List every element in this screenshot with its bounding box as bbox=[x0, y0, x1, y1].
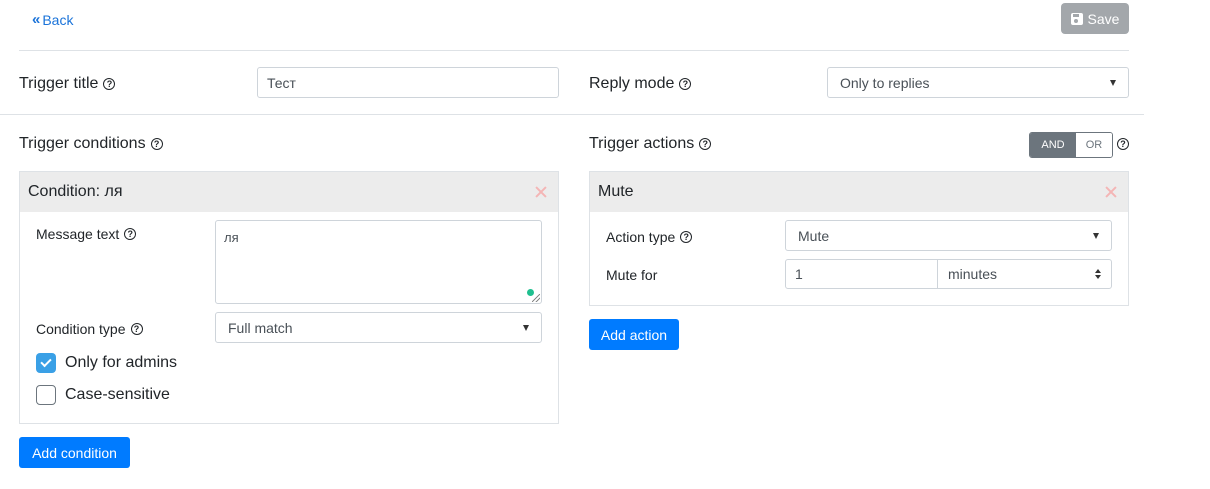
chevron-down-icon bbox=[1110, 79, 1116, 86]
reply-mode-select[interactable]: Only to replies bbox=[827, 67, 1129, 98]
help-icon[interactable]: ? bbox=[103, 78, 116, 90]
reply-mode-label: Reply mode ? bbox=[589, 74, 692, 94]
mute-for-input[interactable]: 1 bbox=[785, 259, 938, 289]
help-icon[interactable]: ? bbox=[679, 78, 692, 90]
condition-type-label: Condition type ? bbox=[36, 320, 143, 338]
up-down-arrows-icon bbox=[1095, 269, 1101, 279]
help-icon[interactable]: ? bbox=[1117, 138, 1129, 150]
add-condition-button[interactable]: Add condition bbox=[19, 437, 130, 468]
save-button[interactable]: Save bbox=[1061, 3, 1129, 34]
condition-card-title: Condition: ля bbox=[28, 183, 123, 200]
chevron-down-icon bbox=[523, 324, 529, 331]
help-icon[interactable]: ? bbox=[680, 231, 693, 243]
chevron-down-icon bbox=[1093, 232, 1099, 239]
and-toggle-button[interactable]: AND bbox=[1030, 133, 1076, 157]
action-card-title: Mute bbox=[598, 183, 634, 200]
header-divider bbox=[19, 50, 1129, 51]
case-sensitive-row[interactable]: Case-sensitive bbox=[36, 385, 170, 405]
back-label: Back bbox=[42, 11, 74, 28]
condition-card-header: Condition: ля bbox=[20, 172, 558, 212]
trigger-title-input[interactable]: Тест bbox=[257, 67, 559, 98]
case-sensitive-checkbox[interactable] bbox=[36, 385, 56, 405]
floppy-disk-icon bbox=[1070, 12, 1083, 25]
trigger-title-label: Trigger title ? bbox=[19, 74, 116, 94]
only-admins-checkbox[interactable] bbox=[36, 353, 56, 373]
only-admins-row[interactable]: Only for admins bbox=[36, 353, 177, 373]
message-text-label: Message text ? bbox=[36, 225, 137, 243]
mute-for-label: Mute for bbox=[606, 267, 658, 283]
help-icon[interactable]: ? bbox=[124, 228, 137, 240]
double-chevron-left-icon: « bbox=[32, 11, 40, 28]
action-type-label: Action type ? bbox=[606, 228, 693, 246]
logic-toggle: AND OR bbox=[1029, 132, 1113, 158]
save-label: Save bbox=[1087, 10, 1120, 27]
section-divider bbox=[0, 114, 1144, 115]
condition-type-select[interactable]: Full match bbox=[215, 312, 542, 343]
close-icon[interactable] bbox=[1104, 185, 1118, 199]
resize-handle-icon[interactable] bbox=[532, 294, 540, 302]
trigger-conditions-label: Trigger conditions ? bbox=[19, 134, 163, 154]
help-icon[interactable]: ? bbox=[150, 138, 163, 150]
action-type-select[interactable]: Mute bbox=[785, 220, 1112, 251]
message-text-textarea[interactable]: ля bbox=[215, 220, 542, 304]
help-icon[interactable]: ? bbox=[130, 323, 143, 335]
mute-unit-select[interactable]: minutes bbox=[937, 259, 1112, 289]
checkmark-icon bbox=[40, 355, 52, 368]
action-card-header: Mute bbox=[590, 172, 1128, 212]
add-action-button[interactable]: Add action bbox=[589, 319, 679, 350]
close-icon[interactable] bbox=[534, 185, 548, 199]
help-icon[interactable]: ? bbox=[699, 138, 712, 150]
or-toggle-button[interactable]: OR bbox=[1076, 133, 1112, 157]
trigger-actions-label: Trigger actions ? bbox=[589, 134, 712, 154]
back-link[interactable]: « Back bbox=[32, 11, 73, 28]
